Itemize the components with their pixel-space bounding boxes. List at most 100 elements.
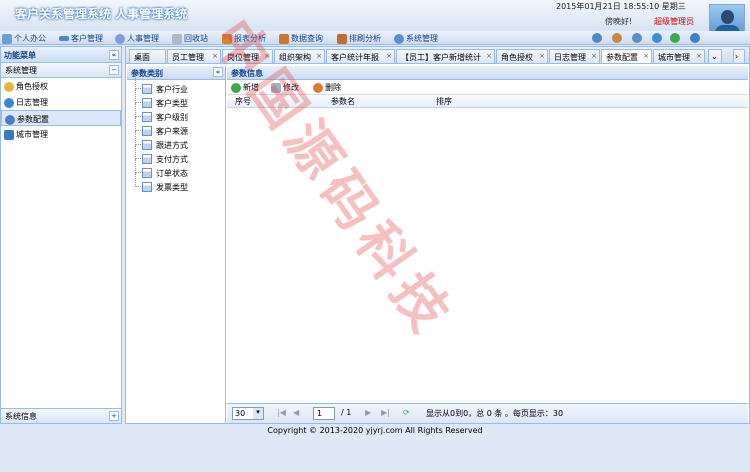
chevron-down-icon: ▾ [253, 408, 263, 419]
close-icon[interactable]: × [212, 52, 218, 60]
page-size-select[interactable]: 30 ▾ [232, 407, 264, 420]
nav-log-management[interactable]: 日志管理 [1, 94, 121, 110]
tree-item[interactable]: 客户类型 [127, 89, 225, 110]
tab-employee-customer-stats[interactable]: 【员工】客户新增统计 × [396, 49, 495, 63]
page-input[interactable]: 1 [313, 407, 335, 420]
close-icon[interactable]: × [486, 52, 492, 60]
edit-button[interactable]: 修改 [271, 82, 299, 93]
main-menu: 个人办公 客户管理 人事管理 回收站 报表分析 数据查询 排刷分析 系统管理 [0, 31, 750, 45]
grid-icon [142, 154, 152, 164]
tab-log[interactable]: 日志管理 × [549, 49, 600, 63]
chart-icon [279, 33, 289, 44]
collapse-west-button[interactable]: « [109, 50, 119, 60]
toolbar: 新增 修改 删除 [227, 80, 748, 95]
logout-icon[interactable] [690, 33, 700, 43]
settings-icon[interactable] [632, 33, 642, 43]
refresh-icon[interactable] [670, 33, 680, 43]
param-info-header: 参数信息 [227, 66, 748, 80]
tab-customer-annual[interactable]: 客户统计年报 × [326, 49, 395, 63]
close-icon[interactable]: × [696, 52, 702, 60]
close-icon[interactable]: × [264, 52, 270, 60]
tab-org[interactable]: 组织架构 × [274, 49, 325, 63]
user-role[interactable]: 超级管理员 [654, 16, 694, 27]
menu-personal-office[interactable]: 个人办公 [2, 33, 46, 44]
home-icon[interactable] [592, 33, 602, 43]
system-management-section[interactable]: 系统管理 − [1, 63, 121, 78]
next-page-icon[interactable]: ▶ [365, 408, 371, 417]
tree-item[interactable]: 客户级别 [127, 103, 225, 124]
tab-position[interactable]: 岗位管理 × [222, 49, 273, 63]
close-icon[interactable]: × [386, 52, 392, 60]
content-panel: 桌面 员工管理 × 岗位管理 × 组织架构 × 客户统计年报 × 【员工】客户新增统计 ×… [125, 46, 750, 424]
app-title: 客户关系管理系统 人事管理系统 [15, 7, 188, 21]
city-icon [4, 129, 14, 140]
role-icon [4, 81, 14, 92]
table-header: 序号 参数名 排序 [227, 95, 748, 108]
tab-role-auth[interactable]: 角色授权 × [496, 49, 548, 63]
menu-hr[interactable]: 人事管理 [115, 33, 159, 44]
tab-employee[interactable]: 员工管理 × [167, 49, 221, 63]
people-icon [115, 33, 125, 44]
grid-icon [142, 168, 152, 178]
help-icon[interactable] [652, 33, 662, 43]
function-menu-header: 功能菜单 « [1, 47, 121, 63]
close-icon[interactable]: × [539, 52, 545, 60]
column-header[interactable]: 序号 [235, 96, 251, 107]
column-header[interactable]: 参数名 [331, 96, 355, 107]
last-page-icon[interactable]: ▶| [381, 408, 390, 417]
tab-scroll-right[interactable]: › [733, 49, 745, 63]
grid-icon [142, 140, 152, 150]
menu-recycle[interactable]: 回收站 [172, 33, 208, 44]
lock-icon[interactable] [612, 33, 622, 43]
collapse-type-button[interactable]: « [213, 67, 223, 77]
menu-report[interactable]: 报表分析 [222, 33, 266, 44]
tree-item[interactable]: 订单状态 [127, 159, 225, 180]
tree-item[interactable]: 发票类型 [127, 173, 225, 194]
edit-icon [271, 82, 281, 93]
delete-icon [313, 82, 323, 93]
tab-city[interactable]: 城市管理 × [653, 49, 705, 63]
first-page-icon[interactable]: |◀ [277, 408, 286, 417]
add-icon [231, 82, 241, 93]
pagination: 30 ▾ |◀ ◀ 1 / 1 ▶ ▶| ⟳ 显示从0到0，总 0 条 。每页显示… [227, 403, 748, 423]
close-icon[interactable]: × [591, 52, 597, 60]
gear-icon [5, 114, 15, 125]
tree-item[interactable]: 客户来源 [127, 117, 225, 138]
column-header[interactable]: 排序 [436, 96, 452, 107]
collapse-section-button[interactable]: − [109, 65, 119, 75]
close-icon[interactable]: × [316, 52, 322, 60]
total-pages: / 1 [341, 408, 352, 417]
tab-param-config[interactable]: 参数配置 × [601, 49, 652, 63]
nav-city-management[interactable]: 城市管理 [1, 126, 121, 142]
header: 客户关系管理系统 人事管理系统 2015年01月21日 18:55:10 星期三… [0, 0, 750, 42]
tree-item[interactable]: 跟进方式 [127, 131, 225, 152]
tree-item[interactable]: 支付方式 [127, 145, 225, 166]
param-type-panel: 参数类别 « 客户行业 客户类型 客户级别 客户来源 跟进方式 支付方式 订单状态… [127, 66, 226, 423]
menu-system[interactable]: 系统管理 [394, 33, 438, 44]
pager-info: 显示从0到0，总 0 条 。每页显示：30 [426, 409, 564, 418]
expand-section-button[interactable]: + [109, 411, 119, 421]
tab-list-dropdown[interactable]: ⌄ [708, 49, 722, 63]
delete-button[interactable]: 删除 [313, 82, 341, 93]
tree-item[interactable]: 客户行业 [127, 75, 225, 96]
tab-desktop[interactable]: 桌面 [129, 49, 166, 63]
person-icon [2, 33, 12, 44]
system-info-section[interactable]: 系统信息 + [1, 408, 121, 423]
menu-query[interactable]: 数据查询 [279, 33, 323, 44]
info-icon [4, 97, 14, 108]
refresh-icon[interactable]: ⟳ [403, 408, 410, 417]
nav-role-auth[interactable]: 角色授权 [1, 78, 121, 94]
greeting: 傍晚好! [605, 17, 633, 26]
add-button[interactable]: 新增 [231, 82, 259, 93]
gear-icon [394, 33, 404, 44]
nav-param-config[interactable]: 参数配置 [1, 110, 121, 126]
datetime: 2015年01月21日 18:55:10 星期三 [556, 2, 686, 11]
menu-customer[interactable]: 客户管理 [59, 33, 103, 44]
menu-analysis[interactable]: 排刷分析 [337, 33, 381, 44]
footer: Copyright © 2013-2020 yjyrj.com All Righ… [0, 424, 750, 438]
grid-icon [142, 182, 152, 192]
chart-icon [222, 33, 232, 44]
close-icon[interactable]: × [643, 52, 649, 60]
chevron-right-icon: › [735, 52, 739, 61]
prev-page-icon[interactable]: ◀ [293, 408, 299, 417]
